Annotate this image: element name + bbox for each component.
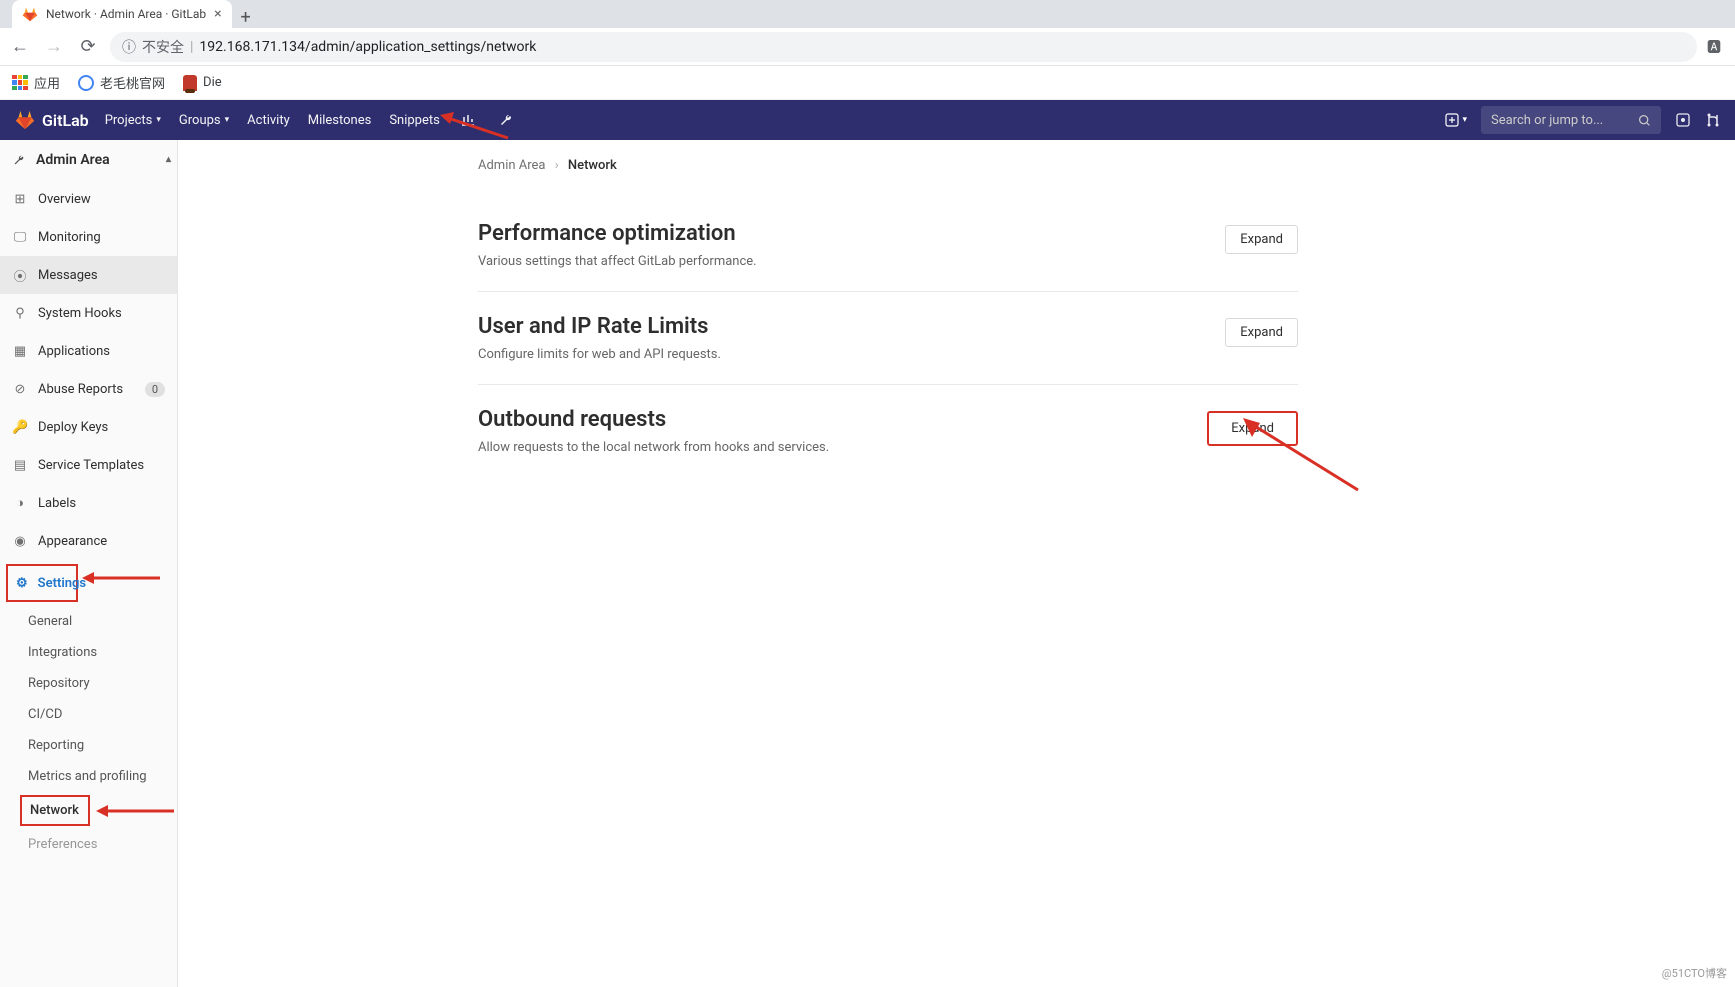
nav-milestones[interactable]: Milestones [308,113,372,128]
security-label: 不安全 [142,37,184,57]
monitor-icon: 🖵 [12,230,28,245]
browser-tab-strip: Network · Admin Area · GitLab × + [0,0,1735,28]
breadcrumb-current: Network [568,158,617,173]
nav-activity[interactable]: Activity [247,113,290,128]
expand-button-rate[interactable]: Expand [1225,318,1298,347]
watermark: @51CTO博客 [1662,965,1727,981]
sidebar-item-messages[interactable]: ⦿Messages [0,256,177,294]
chevron-down-icon: ▾ [225,115,230,125]
breadcrumb: Admin Area › Network [478,158,1298,181]
header-search-input[interactable]: Search or jump to... [1481,106,1661,134]
wrench-icon [12,153,26,167]
sidebar-sub-general[interactable]: General [0,606,177,637]
key-icon: 🔑 [12,420,28,435]
sidebar-sub-repository[interactable]: Repository [0,668,177,699]
appearance-icon: ◉ [12,534,28,549]
sidebar-item-applications[interactable]: ▦Applications [0,332,177,370]
nav-projects[interactable]: Projects▾ [105,113,161,128]
sidebar-sub-reporting[interactable]: Reporting [0,730,177,761]
sidebar-item-deploy-keys[interactable]: 🔑Deploy Keys [0,408,177,446]
translate-icon[interactable]: 🅰 [1707,37,1727,57]
section-title: Outbound requests [478,407,829,432]
new-tab-button[interactable]: + [232,6,260,28]
abuse-count-badge: 0 [145,382,165,397]
section-performance: Performance optimization Various setting… [478,199,1298,292]
nav-snippets[interactable]: Snippets [389,113,440,128]
info-icon: ⓘ [122,37,136,57]
gitlab-favicon-icon [22,6,38,22]
section-title: Performance optimization [478,221,757,246]
sidebar-item-settings[interactable]: ⚙ Settings [6,564,78,602]
apps-icon: ▦ [12,344,28,359]
label-icon: ◑ [12,495,28,511]
sidebar-item-appearance[interactable]: ◉Appearance [0,522,177,560]
header-new-dropdown[interactable]: ▾ [1445,113,1467,127]
expand-button-outbound[interactable]: Expand [1207,411,1298,446]
close-tab-icon[interactable]: × [214,6,221,22]
browser-tab-title: Network · Admin Area · GitLab [46,7,206,21]
section-title: User and IP Rate Limits [478,314,721,339]
sidebar-item-abuse-reports[interactable]: ⊘Abuse Reports0 [0,370,177,408]
gitlab-header: GitLab Projects▾ Groups▾ Activity Milest… [0,100,1735,140]
forward-button[interactable]: → [42,35,66,59]
annotation-arrow [82,568,162,588]
sidebar-sub-network[interactable]: Network [20,795,90,826]
sidebar-item-system-hooks[interactable]: ⚲System Hooks [0,294,177,332]
sidebar-item-service-templates[interactable]: ▤Service Templates [0,446,177,484]
gitlab-logo[interactable]: GitLab [14,109,89,131]
address-bar[interactable]: ⓘ 不安全 | 192.168.171.134/admin/applicatio… [110,32,1697,62]
apps-grid-icon [12,75,28,91]
reload-button[interactable]: ⟳ [76,35,100,59]
sidebar-header[interactable]: Admin Area ▴ [0,140,177,180]
collapse-icon[interactable]: ▴ [166,154,171,165]
laomaotao-icon [78,75,94,91]
section-desc: Allow requests to the local network from… [478,440,829,455]
bookmark-apps[interactable]: 应用 [12,73,60,92]
die-icon [183,75,197,91]
abuse-icon: ⊘ [12,382,28,397]
bookmark-die[interactable]: Die [183,75,222,91]
header-issues-icon[interactable] [1675,112,1691,128]
broadcast-icon: ⦿ [12,266,28,285]
search-placeholder: Search or jump to... [1491,113,1603,128]
sidebar-sub-cicd[interactable]: CI/CD [0,699,177,730]
nav-analytics-icon[interactable] [458,112,478,128]
hook-icon: ⚲ [12,306,28,321]
sidebar-item-labels[interactable]: ◑Labels [0,484,177,522]
breadcrumb-admin[interactable]: Admin Area [478,158,546,173]
sidebar-sub-preferences[interactable]: Preferences [0,829,177,860]
gitlab-top-nav: Projects▾ Groups▾ Activity Milestones Sn… [105,112,516,128]
dashboard-icon: ⊞ [12,192,28,207]
bookmark-laomaotao[interactable]: 老毛桃官网 [78,73,165,92]
browser-toolbar: ← → ⟳ ⓘ 不安全 | 192.168.171.134/admin/appl… [0,28,1735,66]
nav-groups[interactable]: Groups▾ [179,113,229,128]
sidebar-sub-metrics[interactable]: Metrics and profiling [0,761,177,792]
url-text: 192.168.171.134/admin/application_settin… [199,39,536,55]
sidebar-item-overview[interactable]: ⊞Overview [0,180,177,218]
section-desc: Various settings that affect GitLab perf… [478,254,757,269]
main-content: Admin Area › Network Performance optimiz… [178,140,1735,987]
header-mr-icon[interactable] [1705,112,1721,128]
browser-tab-active[interactable]: Network · Admin Area · GitLab × [12,0,232,28]
chevron-down-icon: ▾ [1462,115,1467,125]
gitlab-logo-icon [14,109,36,131]
search-icon [1638,114,1651,127]
nav-admin-wrench-icon[interactable] [496,112,516,128]
sidebar-item-monitoring[interactable]: 🖵Monitoring [0,218,177,256]
bookmarks-bar: 应用 老毛桃官网 Die [0,66,1735,100]
admin-sidebar: Admin Area ▴ ⊞Overview 🖵Monitoring ⦿Mess… [0,140,178,987]
plus-box-icon [1445,113,1459,127]
back-button[interactable]: ← [8,35,32,59]
section-desc: Configure limits for web and API request… [478,347,721,362]
annotation-arrow [96,801,176,821]
sidebar-sub-integrations[interactable]: Integrations [0,637,177,668]
expand-button-performance[interactable]: Expand [1225,225,1298,254]
template-icon: ▤ [12,458,28,473]
chevron-down-icon: ▾ [156,115,161,125]
section-outbound: Outbound requests Allow requests to the … [478,385,1298,477]
section-rate-limits: User and IP Rate Limits Configure limits… [478,292,1298,385]
gear-icon: ⚙ [16,576,28,591]
